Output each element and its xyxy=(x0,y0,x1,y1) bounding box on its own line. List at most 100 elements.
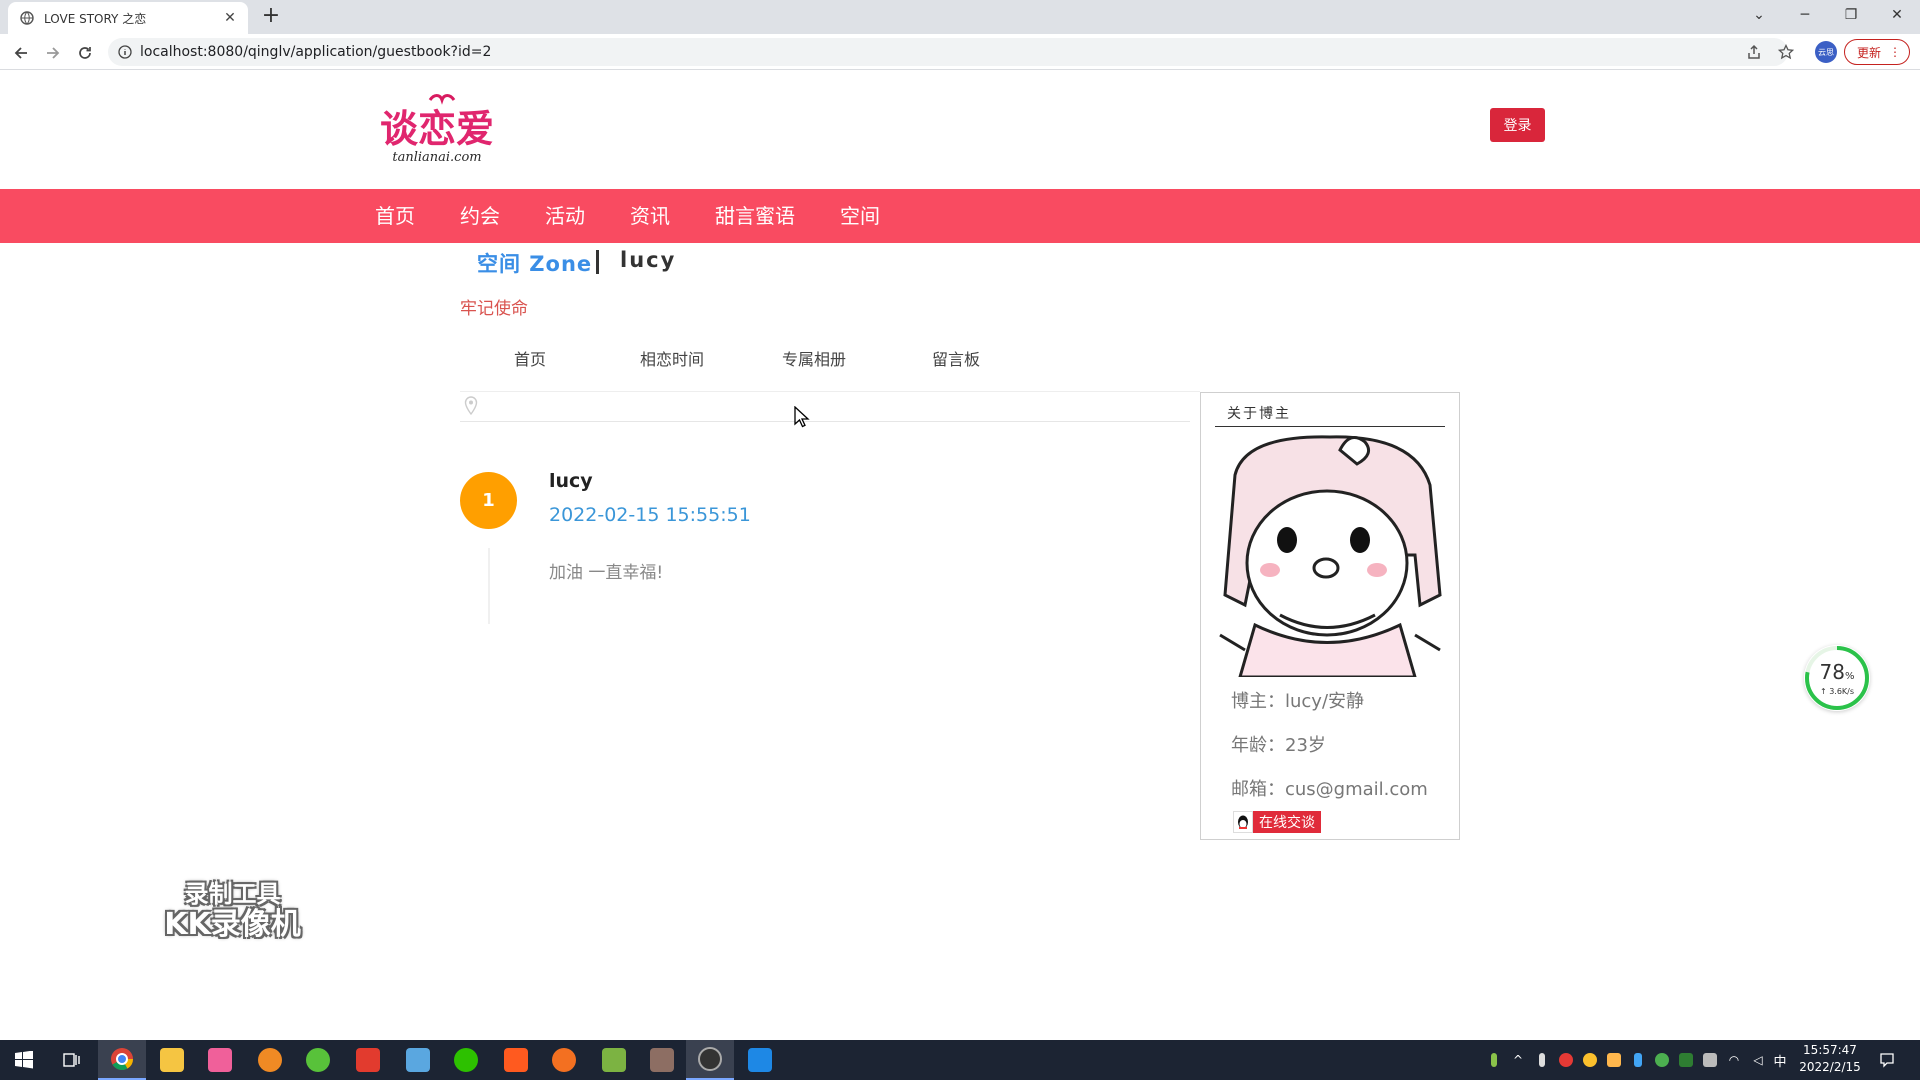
address-bar[interactable]: localhost:8080/qinglv/application/guestb… xyxy=(108,38,1788,66)
star-icon[interactable] xyxy=(1774,40,1798,64)
chevron-up-icon[interactable]: ^ xyxy=(1508,1040,1528,1080)
notepad-icon[interactable] xyxy=(590,1040,638,1080)
window-close-button[interactable]: ✕ xyxy=(1874,0,1920,30)
notifications-icon[interactable] xyxy=(1872,1040,1902,1080)
entry-text: 加油 一直幸福! xyxy=(549,563,664,583)
browser-tabbar: LOVE STORY 之恋 ✕ + ⌄ ─ ❐ ✕ xyxy=(0,0,1920,34)
blogger-name: 博主：lucy/安静 xyxy=(1231,691,1365,712)
red-app-icon[interactable] xyxy=(492,1040,540,1080)
about-heading: 关于博主 xyxy=(1215,403,1445,427)
divider xyxy=(460,391,1200,392)
arrow-left-icon xyxy=(14,47,27,59)
tab-search-icon[interactable]: ⌄ xyxy=(1736,0,1782,30)
entry-index-badge: 1 xyxy=(460,472,517,529)
speed-percent: 78% xyxy=(1804,660,1870,684)
online-chat-button[interactable]: 在线交谈 xyxy=(1233,811,1321,833)
close-icon[interactable]: ✕ xyxy=(222,10,238,26)
ime-indicator[interactable]: 中 xyxy=(1770,1040,1790,1080)
tray-red-icon[interactable] xyxy=(1556,1040,1576,1080)
wechat-icon[interactable] xyxy=(442,1040,490,1080)
microphone-icon[interactable] xyxy=(1532,1040,1552,1080)
battery-icon[interactable] xyxy=(1484,1040,1504,1080)
wifi-icon[interactable]: ◠ xyxy=(1724,1040,1744,1080)
blogger-email: 邮箱：cus@gmail.com xyxy=(1231,779,1428,800)
browser-toolbar: localhost:8080/qinglv/application/guestb… xyxy=(0,34,1920,70)
subnav-love-time[interactable]: 相恋时间 xyxy=(640,346,704,370)
restore-button[interactable]: ❐ xyxy=(1828,0,1874,30)
reload-icon xyxy=(79,47,91,59)
clock-time: 15:57:47 xyxy=(1803,1043,1857,1057)
entry-time: 2022-02-15 15:55:51 xyxy=(549,504,751,526)
nav-item-zone[interactable]: 空间 xyxy=(840,189,880,243)
guestbook-toolbar xyxy=(460,391,1200,422)
more-vert-icon: ⋮ xyxy=(1889,45,1901,59)
network-speed-widget[interactable]: 78% ↑ 3.6K/s xyxy=(1804,645,1870,711)
globe-icon xyxy=(20,11,34,25)
zone-title: 空间 Zone xyxy=(477,252,593,276)
volume-icon[interactable]: ◁ xyxy=(1748,1040,1768,1080)
speed-rate: ↑ 3.6K/s xyxy=(1819,687,1855,696)
orange-app-icon[interactable] xyxy=(540,1040,588,1080)
login-button[interactable]: 登录 xyxy=(1490,108,1545,142)
chat-label: 在线交谈 xyxy=(1253,811,1321,833)
blogger-portrait xyxy=(1215,435,1445,677)
browser-tab[interactable]: LOVE STORY 之恋 ✕ xyxy=(8,2,248,34)
task-view-icon[interactable] xyxy=(48,1040,96,1080)
arrow-right-icon xyxy=(47,47,60,59)
nav-item-sweet-words[interactable]: 甜言蜜语 xyxy=(715,189,795,243)
site-logo[interactable]: 谈恋爱 tanlianai.com xyxy=(372,92,502,168)
zone-user: lucy xyxy=(620,248,677,272)
share-icon[interactable] xyxy=(1742,40,1766,64)
wps-icon[interactable] xyxy=(344,1040,392,1080)
subnav-home[interactable]: 首页 xyxy=(514,346,546,370)
speed-percent-unit: % xyxy=(1844,671,1855,682)
subnav-guestbook[interactable]: 留言板 xyxy=(932,346,980,370)
nav-item-dating[interactable]: 约会 xyxy=(460,189,500,243)
windows-logo-icon xyxy=(15,1051,33,1069)
update-button[interactable]: 更新 ⋮ xyxy=(1844,39,1910,65)
bluetooth-icon[interactable] xyxy=(1628,1040,1648,1080)
logo-mark: 谈恋爱 xyxy=(380,94,494,151)
chrome-taskbar-icon[interactable] xyxy=(98,1040,146,1080)
tray-wechat-icon[interactable] xyxy=(1652,1040,1672,1080)
about-blogger-panel: 关于博主 博主：lucy/安静 年龄：23岁 邮箱：cus@gmail.com … xyxy=(1200,392,1460,840)
minimize-button[interactable]: ─ xyxy=(1782,0,1828,30)
taskbar-clock[interactable]: 15:57:47 2022/2/15 xyxy=(1790,1042,1870,1076)
zone-divider xyxy=(596,250,599,274)
tray-device-icon[interactable] xyxy=(1700,1040,1720,1080)
forward-button[interactable] xyxy=(40,40,66,66)
search-app-icon[interactable] xyxy=(246,1040,294,1080)
location-pin-icon xyxy=(464,396,478,416)
back-button[interactable] xyxy=(8,40,34,66)
new-tab-button[interactable]: + xyxy=(258,4,284,30)
reload-button[interactable] xyxy=(72,40,98,66)
screen: LOVE STORY 之恋 ✕ + ⌄ ─ ❐ ✕ localhost:8080… xyxy=(0,0,1920,1080)
profile-avatar[interactable]: 云思 xyxy=(1814,40,1838,64)
logo-text: 谈恋爱 xyxy=(380,107,494,151)
file-explorer-icon[interactable] xyxy=(148,1040,196,1080)
tray-green-icon[interactable] xyxy=(1676,1040,1696,1080)
game-app-icon[interactable] xyxy=(638,1040,686,1080)
watermark-line2: KK录像机 xyxy=(164,907,301,942)
photos-app-icon[interactable] xyxy=(736,1040,784,1080)
subnav-album[interactable]: 专属相册 xyxy=(782,346,846,370)
tab-title: LOVE STORY 之恋 xyxy=(44,11,147,26)
logo-subtitle: tanlianai.com xyxy=(392,150,482,165)
tray-yellow-icon[interactable] xyxy=(1580,1040,1600,1080)
tray-qq-icon[interactable] xyxy=(1604,1040,1624,1080)
clock-date: 2022/2/15 xyxy=(1799,1060,1861,1074)
recorder-app-icon[interactable] xyxy=(686,1040,734,1080)
image-viewer-icon[interactable] xyxy=(394,1040,442,1080)
profile-label: 云思 xyxy=(1815,41,1837,63)
blogger-age: 年龄：23岁 xyxy=(1231,735,1326,756)
windows-start-button[interactable] xyxy=(0,1040,48,1080)
recorder-watermark: 录制工具 KK录像机 xyxy=(160,880,305,942)
nav-item-activities[interactable]: 活动 xyxy=(545,189,585,243)
nav-item-home[interactable]: 首页 xyxy=(375,189,415,243)
watermark-line1: 录制工具 xyxy=(184,880,281,908)
mouse-cursor-icon xyxy=(794,406,810,428)
meitu-app-icon[interactable] xyxy=(196,1040,244,1080)
nav-item-news[interactable]: 资讯 xyxy=(630,189,670,243)
green-app-icon[interactable] xyxy=(294,1040,342,1080)
speed-percent-value: 78 xyxy=(1819,660,1845,684)
